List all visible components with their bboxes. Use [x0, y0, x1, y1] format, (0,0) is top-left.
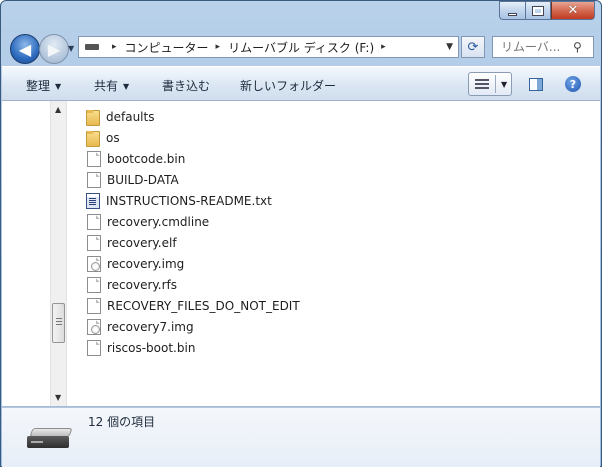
divider [495, 75, 496, 93]
address-history-dropdown[interactable]: ▼ [446, 42, 453, 52]
change-view-button[interactable]: ▼ [468, 72, 512, 96]
folder-icon [86, 109, 100, 126]
file-name: recovery.img [107, 256, 185, 271]
back-button[interactable]: ◀ [10, 34, 40, 64]
file-name: BUILD-DATA [107, 172, 179, 187]
disc-image-icon [87, 255, 101, 272]
help-icon[interactable]: ? [565, 76, 581, 92]
file-name: INSTRUCTIONS-README.txt [106, 193, 272, 208]
share-label: 共有 [94, 79, 119, 93]
details-pane: 12 個の項目 [2, 407, 600, 467]
list-item[interactable]: riscos-boot.bin [86, 337, 300, 358]
list-item[interactable]: bootcode.bin [86, 148, 300, 169]
breadcrumb-separator[interactable]: ▸ [216, 42, 221, 52]
explorer-window: ✕ ◀ ▶ ▼ ▸ コンピューター ▸ リムーバブル ディスク (F:) ▸ ▼… [0, 0, 602, 467]
burn-button[interactable]: 書き込む [162, 77, 210, 94]
file-name: bootcode.bin [107, 151, 186, 166]
text-file-icon [86, 192, 100, 209]
file-icon [87, 171, 101, 188]
search-input[interactable] [501, 40, 567, 54]
file-name: recovery7.img [107, 319, 194, 334]
command-bar: 整理 ▼ 共有 ▼ 書き込む 新しいフォルダー ▼ ? [2, 66, 600, 101]
file-name: recovery.cmdline [107, 214, 210, 229]
address-bar[interactable]: ▸ コンピューター ▸ リムーバブル ディスク (F:) ▸ ▼ [78, 36, 459, 58]
back-arrow-icon: ◀ [18, 39, 32, 59]
removable-drive-icon [27, 428, 73, 450]
list-item[interactable]: recovery.img [86, 253, 300, 274]
file-name: recovery.rfs [107, 277, 178, 292]
grip-icon [56, 318, 62, 327]
forward-button[interactable]: ▶ [39, 34, 69, 64]
drive-icon [85, 44, 99, 50]
scroll-down-icon[interactable]: ▼ [55, 393, 61, 402]
chevron-down-icon[interactable]: ▼ [501, 80, 507, 89]
list-item[interactable]: recovery.rfs [86, 274, 300, 295]
list-item[interactable]: INSTRUCTIONS-README.txt [86, 190, 300, 211]
refresh-button[interactable]: ⟳ [461, 36, 485, 58]
list-item[interactable]: os [86, 127, 300, 148]
organize-menu[interactable]: 整理 ▼ [26, 77, 61, 94]
list-item[interactable]: recovery.elf [86, 232, 300, 253]
minimize-button[interactable] [499, 1, 525, 20]
file-name: recovery.elf [107, 235, 177, 250]
breadcrumb-separator[interactable]: ▸ [381, 42, 386, 52]
file-name: riscos-boot.bin [107, 340, 196, 355]
view-details-icon [475, 79, 489, 89]
file-name: os [106, 130, 120, 145]
chevron-down-icon: ▼ [55, 82, 62, 91]
preview-pane-icon[interactable] [529, 78, 543, 91]
breadcrumb-removable-disk[interactable]: リムーバブル ディスク (F:) [228, 39, 374, 56]
close-icon: ✕ [567, 3, 579, 18]
share-menu[interactable]: 共有 ▼ [94, 77, 129, 94]
item-count: 12 個の項目 [88, 415, 156, 429]
list-item[interactable]: recovery.cmdline [86, 211, 300, 232]
chevron-down-icon: ▼ [123, 82, 130, 91]
breadcrumb-separator[interactable]: ▸ [112, 42, 117, 52]
file-list: defaults os bootcode.bin BUILD-DATA INST… [86, 106, 300, 358]
list-item[interactable]: BUILD-DATA [86, 169, 300, 190]
list-item[interactable]: defaults [86, 106, 300, 127]
file-icon [87, 213, 101, 230]
caption-buttons: ✕ [499, 1, 595, 20]
maximize-button[interactable] [525, 1, 551, 20]
scroll-up-icon[interactable]: ▲ [55, 105, 61, 114]
file-icon [87, 339, 101, 356]
refresh-icon: ⟳ [467, 39, 479, 55]
new-folder-button[interactable]: 新しいフォルダー [240, 77, 336, 94]
close-button[interactable]: ✕ [551, 1, 595, 20]
navigation-pane-scrollbar[interactable]: ▲ ▼ [50, 101, 67, 406]
forward-arrow-icon: ▶ [47, 39, 61, 59]
drive-slot [31, 441, 43, 443]
minimize-icon [508, 12, 517, 16]
search-icon[interactable]: ⚲ [573, 40, 582, 54]
organize-label: 整理 [26, 79, 51, 93]
scrollbar-thumb[interactable] [52, 303, 65, 343]
file-name: RECOVERY_FILES_DO_NOT_EDIT [107, 298, 300, 313]
disc-image-icon [87, 318, 101, 335]
file-icon [87, 276, 101, 293]
folder-icon [86, 130, 100, 147]
file-icon [87, 297, 101, 314]
list-item[interactable]: recovery7.img [86, 316, 300, 337]
file-icon [87, 234, 101, 251]
file-icon [87, 150, 101, 167]
breadcrumb-computer[interactable]: コンピューター [125, 39, 209, 56]
file-list-area[interactable]: ▲ ▼ defaults os bootcode.bin BUILD-DATA … [2, 101, 600, 406]
file-name: defaults [106, 109, 155, 124]
maximize-icon [532, 5, 544, 16]
search-box[interactable]: ⚲ [492, 36, 594, 58]
list-item[interactable]: RECOVERY_FILES_DO_NOT_EDIT [86, 295, 300, 316]
recent-pages-dropdown[interactable]: ▼ [68, 44, 76, 53]
